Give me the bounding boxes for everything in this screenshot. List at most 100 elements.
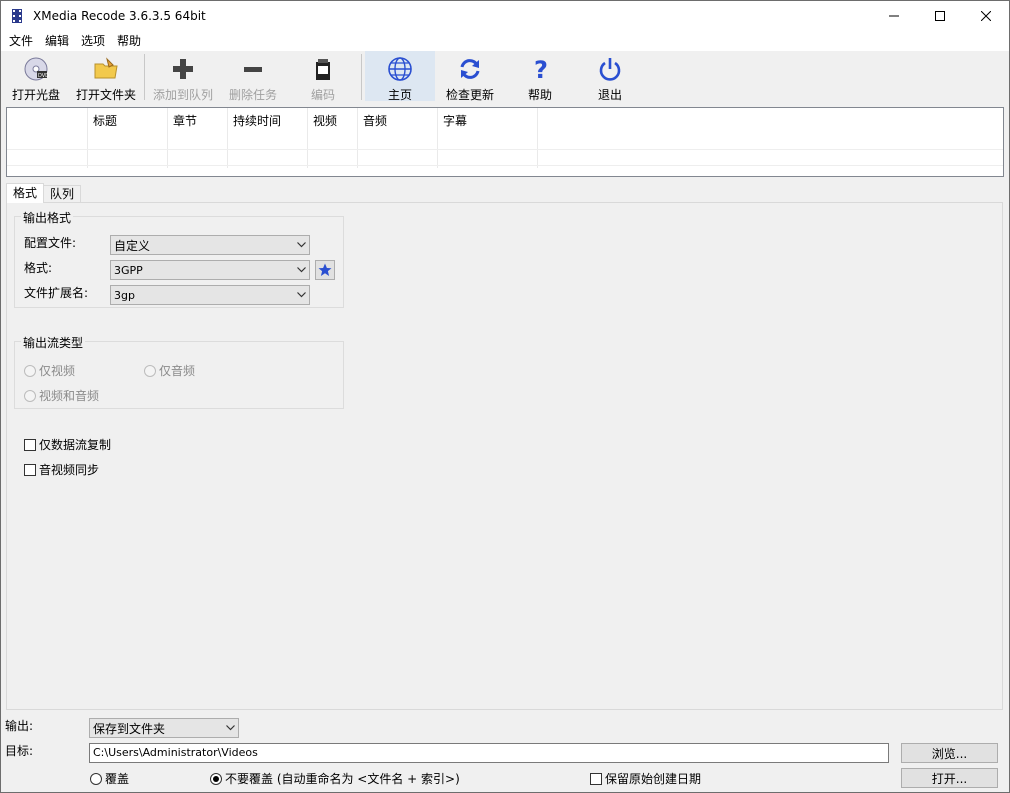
column-header-blank[interactable] [7, 108, 88, 168]
app-window: XMedia Recode 3.6.3.5 64bit 文件 编辑 选项 帮助 … [0, 0, 1010, 793]
radio-video-audio[interactable]: 视频和音频 [24, 387, 99, 404]
add-to-queue-label: 添加到队列 [152, 88, 213, 102]
film-app-icon [12, 9, 22, 23]
open-folder-button[interactable]: 打开文件夹 [71, 51, 141, 102]
svg-text:DVD: DVD [38, 73, 49, 79]
tab-queue[interactable]: 队列 [43, 185, 82, 203]
minimize-button[interactable] [871, 1, 917, 31]
radio-circle [90, 772, 102, 785]
minus-icon [244, 67, 262, 72]
exit-label: 退出 [597, 88, 622, 102]
radio-circle [24, 364, 36, 377]
menu-options[interactable]: 选项 [75, 31, 111, 51]
refresh-icon [460, 59, 480, 79]
help-label: 帮助 [527, 88, 552, 102]
format-label: 格式: [24, 261, 53, 275]
checkbox-box [24, 438, 36, 451]
check-update-label: 检查更新 [445, 88, 494, 102]
minimize-icon [889, 15, 899, 17]
audio-only-label: 仅音频 [159, 364, 196, 378]
delete-task-label: 删除任务 [228, 88, 277, 102]
home-button[interactable]: 主页 [365, 51, 435, 102]
radio-circle [210, 772, 222, 785]
chevron-down-icon [296, 292, 306, 298]
maximize-icon [935, 11, 945, 21]
profile-value: 自定义 [114, 238, 151, 253]
browse-button[interactable]: 浏览... [901, 743, 998, 763]
open-disc-button[interactable]: DVD 打开光盘 [1, 51, 71, 102]
output-mode-value: 保存到文件夹 [93, 721, 166, 736]
list-row-divider [7, 165, 1003, 166]
format-select[interactable]: 3GPP [110, 260, 310, 280]
keep-date-checkbox[interactable]: 保留原始创建日期 [590, 770, 701, 787]
format-value: 3GPP [114, 263, 143, 277]
stream-copy-label: 仅数据流复制 [39, 438, 112, 452]
target-label: 目标: [5, 744, 34, 758]
globe-icon [388, 57, 412, 81]
menu-file[interactable]: 文件 [3, 31, 39, 51]
format-tab-panel: 输出格式 配置文件: 自定义 格式: 3GPP 文件扩展名: 3gp 输出流类型… [6, 202, 1003, 710]
exit-button[interactable]: 退出 [575, 51, 645, 102]
radio-video-only[interactable]: 仅视频 [24, 362, 75, 379]
profile-select[interactable]: 自定义 [110, 235, 310, 255]
radio-audio-only[interactable]: 仅音频 [144, 362, 195, 379]
profile-label: 配置文件: [24, 236, 77, 250]
home-label: 主页 [387, 88, 412, 102]
output-format-group: 输出格式 配置文件: 自定义 格式: 3GPP 文件扩展名: 3gp [14, 209, 344, 308]
av-sync-label: 音视频同步 [39, 463, 100, 477]
stream-type-title: 输出流类型 [21, 334, 86, 351]
output-label: 输出: [5, 719, 34, 733]
svg-text:?: ? [534, 56, 548, 82]
menu-bar: 文件 编辑 选项 帮助 [1, 31, 1009, 51]
column-header-title[interactable]: 标题 [88, 108, 168, 168]
chevron-down-icon [296, 267, 306, 273]
encode-button[interactable]: 编码 [288, 51, 358, 102]
column-header-audio[interactable]: 音频 [358, 108, 438, 168]
window-title: XMedia Recode 3.6.3.5 64bit [33, 9, 206, 23]
tab-strip: 格式 队列 [6, 183, 82, 203]
av-sync-checkbox[interactable]: 音视频同步 [24, 461, 99, 478]
radio-overwrite[interactable]: 覆盖 [90, 770, 129, 787]
column-header-duration[interactable]: 持续时间 [228, 108, 308, 168]
stream-copy-checkbox[interactable]: 仅数据流复制 [24, 436, 111, 453]
open-output-button[interactable]: 打开... [901, 768, 998, 788]
radio-no-overwrite[interactable]: 不要覆盖 (自动重命名为 <文件名 + 索引>) [210, 770, 460, 787]
output-format-title: 输出格式 [21, 209, 74, 226]
no-overwrite-label: 不要覆盖 (自动重命名为 <文件名 + 索引>) [225, 772, 460, 786]
radio-circle [144, 364, 156, 377]
list-row-divider [7, 149, 1003, 150]
film-roll-icon [316, 59, 330, 80]
favorite-button[interactable] [315, 260, 335, 280]
extension-value: 3gp [114, 288, 135, 302]
toolbar-separator [361, 54, 362, 100]
power-icon [599, 58, 621, 81]
checkbox-box [590, 772, 602, 785]
chevron-down-icon [296, 242, 306, 248]
question-icon: ? [534, 56, 548, 82]
output-mode-select[interactable]: 保存到文件夹 [89, 718, 239, 738]
tab-format[interactable]: 格式 [6, 183, 45, 203]
target-path-input[interactable]: C:\Users\Administrator\Videos [89, 743, 889, 763]
overwrite-label: 覆盖 [105, 772, 130, 786]
extension-select[interactable]: 3gp [110, 285, 310, 305]
menu-help[interactable]: 帮助 [111, 31, 147, 51]
video-only-label: 仅视频 [39, 364, 76, 378]
maximize-button[interactable] [917, 1, 963, 31]
help-button[interactable]: ? 帮助 [505, 51, 575, 102]
delete-task-button[interactable]: 删除任务 [218, 51, 288, 102]
folder-icon [94, 57, 118, 79]
star-icon [318, 263, 332, 276]
add-to-queue-button[interactable]: 添加到队列 [148, 51, 218, 102]
menu-edit[interactable]: 编辑 [39, 31, 75, 51]
video-audio-label: 视频和音频 [39, 389, 100, 403]
stream-type-group: 输出流类型 仅视频 仅音频 视频和音频 [14, 334, 344, 409]
file-list[interactable]: 标题 章节 持续时间 视频 音频 字幕 [6, 107, 1004, 177]
checkbox-box [24, 463, 36, 476]
column-header-subtitle[interactable]: 字幕 [438, 108, 538, 168]
toolbar-separator [144, 54, 145, 100]
close-button[interactable] [963, 1, 1009, 31]
close-icon [981, 11, 991, 21]
column-header-video[interactable]: 视频 [308, 108, 358, 168]
column-header-chapter[interactable]: 章节 [168, 108, 228, 168]
check-update-button[interactable]: 检查更新 [435, 51, 505, 102]
